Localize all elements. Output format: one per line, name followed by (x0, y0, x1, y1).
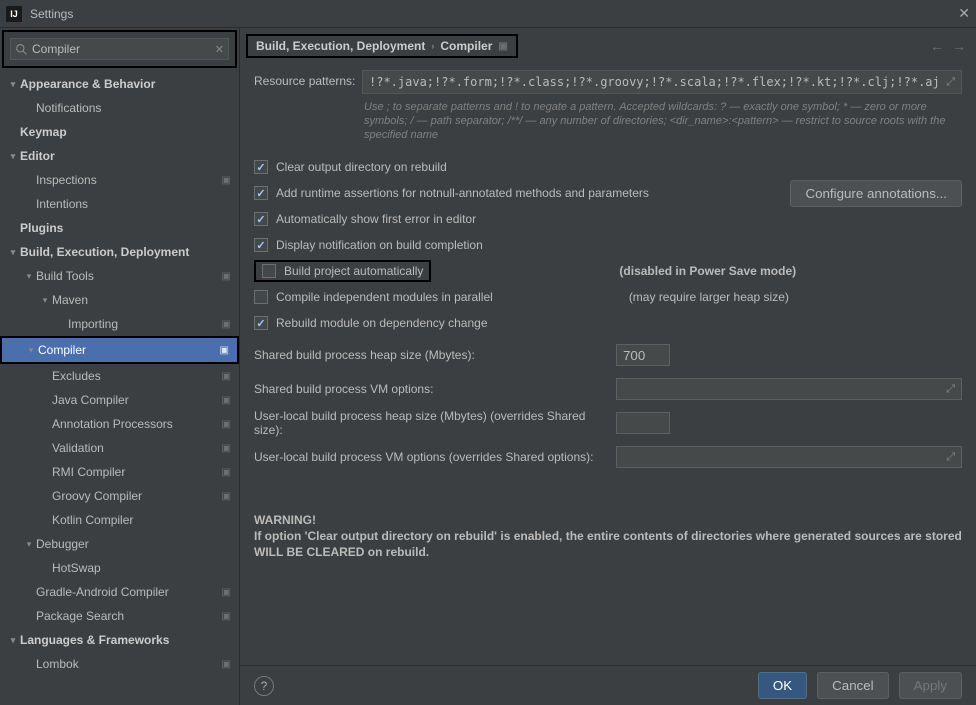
warning-title: WARNING! (254, 512, 962, 528)
checkbox-display-notification[interactable] (254, 238, 268, 252)
warning-block: WARNING! If option 'Clear output directo… (254, 512, 962, 560)
user-heap-input[interactable] (616, 412, 670, 434)
shared-vm-input[interactable]: ⤢ (616, 378, 962, 400)
tree-importing[interactable]: ·Importing▣ (0, 312, 239, 336)
tree-inspections[interactable]: ·Inspections▣ (0, 168, 239, 192)
tree-lombok[interactable]: ·Lombok▣ (0, 652, 239, 676)
project-badge-icon: ▣ (222, 611, 231, 622)
checkbox-build-automatically[interactable] (262, 264, 276, 278)
apply-button[interactable]: Apply (899, 672, 962, 699)
project-badge-icon: ▣ (222, 271, 231, 282)
project-badge-icon: ▣ (222, 371, 231, 382)
project-badge-icon: ▣ (222, 491, 231, 502)
tree-keymap[interactable]: ·Keymap (0, 120, 239, 144)
project-badge-icon: ▣ (222, 467, 231, 478)
clear-search-icon[interactable]: ✕ (215, 43, 224, 56)
expand-icon[interactable]: ⤢ (946, 451, 955, 464)
tree-maven[interactable]: ▾Maven (0, 288, 239, 312)
checkbox-clear-output[interactable] (254, 160, 268, 174)
tree-intentions[interactable]: ·Intentions (0, 192, 239, 216)
sidebar: ✕ ▾Appearance & Behavior ·Notifications … (0, 28, 240, 705)
settings-tree: ▾Appearance & Behavior ·Notifications ·K… (0, 70, 239, 705)
tree-pkgsearch[interactable]: ·Package Search▣ (0, 604, 239, 628)
label-rebuild-dependency: Rebuild module on dependency change (276, 316, 488, 330)
shared-vm-label: Shared build process VM options: (254, 382, 606, 396)
note-larger-heap: (may require larger heap size) (629, 290, 789, 304)
tree-editor[interactable]: ▾Editor (0, 144, 239, 168)
tree-debugger[interactable]: ▾Debugger (0, 532, 239, 556)
label-build-automatically: Build project automatically (284, 264, 423, 278)
resource-patterns-hint: Use ; to separate patterns and ! to nega… (254, 100, 962, 142)
tree-plugins[interactable]: ·Plugins (0, 216, 239, 240)
shared-heap-label: Shared build process heap size (Mbytes): (254, 348, 606, 362)
warning-body: If option 'Clear output directory on reb… (254, 528, 962, 560)
resource-patterns-input[interactable]: !?*.java;!?*.form;!?*.class;!?*.groovy;!… (362, 70, 962, 94)
breadcrumb: Build, Execution, Deployment › Compiler … (246, 34, 518, 58)
checkbox-show-first-error[interactable] (254, 212, 268, 226)
project-badge-icon: ▣ (220, 345, 229, 356)
breadcrumb-item[interactable]: Build, Execution, Deployment (256, 39, 425, 53)
project-badge-icon: ▣ (222, 319, 231, 330)
label-clear-output: Clear output directory on rebuild (276, 160, 447, 174)
checkbox-rebuild-dependency[interactable] (254, 316, 268, 330)
cancel-button[interactable]: Cancel (817, 672, 889, 699)
tree-rmi[interactable]: ·RMI Compiler▣ (0, 460, 239, 484)
resource-patterns-label: Resource patterns: (254, 70, 362, 88)
user-vm-label: User-local build process VM options (ove… (254, 450, 606, 464)
label-runtime-assertions: Add runtime assertions for notnull-annot… (276, 186, 649, 200)
main-panel: Build, Execution, Deployment › Compiler … (240, 28, 976, 705)
tree-compiler[interactable]: ▾Compiler▣ (2, 338, 237, 362)
label-show-first-error: Automatically show first error in editor (276, 212, 476, 226)
dialog-footer: ? OK Cancel Apply (240, 665, 976, 705)
tree-gradleandroid[interactable]: ·Gradle-Android Compiler▣ (0, 580, 239, 604)
configure-annotations-button[interactable]: Configure annotations... (790, 180, 962, 207)
user-heap-label: User-local build process heap size (Mbyt… (254, 409, 606, 437)
tree-bed[interactable]: ▾Build, Execution, Deployment (0, 240, 239, 264)
chevron-right-icon: › (431, 41, 434, 51)
shared-heap-input[interactable] (616, 344, 670, 366)
search-input[interactable] (32, 42, 211, 56)
note-disabled-power-save: (disabled in Power Save mode) (619, 264, 796, 278)
resource-patterns-value: !?*.java;!?*.form;!?*.class;!?*.groovy;!… (369, 75, 940, 89)
nav-forward-icon[interactable]: → (952, 38, 966, 54)
label-compile-parallel: Compile independent modules in parallel (276, 290, 493, 304)
titlebar: IJ Settings ✕ (0, 0, 976, 28)
tree-notifications[interactable]: ·Notifications (0, 96, 239, 120)
project-badge-icon: ▣ (222, 419, 231, 430)
tree-annproc[interactable]: ·Annotation Processors▣ (0, 412, 239, 436)
search-icon (15, 43, 28, 56)
window-title: Settings (30, 7, 73, 21)
checkbox-runtime-assertions[interactable] (254, 186, 268, 200)
project-badge-icon: ▣ (498, 41, 507, 52)
user-vm-input[interactable]: ⤢ (616, 446, 962, 468)
expand-icon[interactable]: ⤢ (946, 383, 955, 396)
tree-langfw[interactable]: ▾Languages & Frameworks (0, 628, 239, 652)
ok-button[interactable]: OK (758, 672, 807, 699)
tree-hotswap[interactable]: ·HotSwap (0, 556, 239, 580)
label-display-notification: Display notification on build completion (276, 238, 483, 252)
project-badge-icon: ▣ (222, 659, 231, 670)
expand-icon[interactable]: ⤢ (946, 75, 955, 89)
project-badge-icon: ▣ (222, 175, 231, 186)
tree-javacompiler[interactable]: ·Java Compiler▣ (0, 388, 239, 412)
checkbox-compile-parallel[interactable] (254, 290, 268, 304)
tree-groovy[interactable]: ·Groovy Compiler▣ (0, 484, 239, 508)
tree-appearance[interactable]: ▾Appearance & Behavior (0, 72, 239, 96)
tree-kotlin[interactable]: ·Kotlin Compiler (0, 508, 239, 532)
search-box[interactable]: ✕ (10, 38, 229, 60)
breadcrumb-item: Compiler (440, 39, 492, 53)
project-badge-icon: ▣ (222, 395, 231, 406)
tree-buildtools[interactable]: ▾Build Tools▣ (0, 264, 239, 288)
help-icon[interactable]: ? (254, 676, 274, 696)
project-badge-icon: ▣ (222, 443, 231, 454)
tree-excludes[interactable]: ·Excludes▣ (0, 364, 239, 388)
app-icon: IJ (6, 6, 22, 22)
nav-back-icon[interactable]: ← (930, 38, 944, 54)
close-icon[interactable]: ✕ (958, 5, 970, 22)
tree-validation[interactable]: ·Validation▣ (0, 436, 239, 460)
project-badge-icon: ▣ (222, 587, 231, 598)
